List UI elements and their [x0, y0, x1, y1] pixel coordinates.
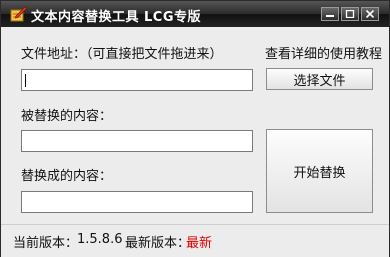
current-version-label: 当前版本：	[13, 236, 79, 251]
minimize-icon	[326, 15, 334, 17]
replace-to-label: 替换成的内容：	[21, 169, 113, 184]
text-caret	[25, 74, 26, 87]
file-path-label: 文件地址：（可直接把文件拖进来）	[21, 47, 223, 62]
maximize-icon	[345, 10, 355, 18]
latest-version-value: 最新	[186, 236, 213, 251]
status-bar: 当前版本： 1.5.8.6 最新版本： 最新	[1, 224, 389, 257]
select-file-button[interactable]: 选择文件	[266, 68, 373, 90]
help-tutorial-link[interactable]: 查看详细的使用教程	[265, 43, 382, 62]
file-path-input[interactable]	[21, 69, 253, 91]
pencil-notebook-icon	[10, 6, 27, 22]
minimize-button[interactable]	[321, 7, 339, 21]
replace-from-input[interactable]	[21, 130, 253, 152]
title-bar[interactable]: 文本内容替换工具 LCG专版	[1, 1, 389, 27]
maximize-button[interactable]	[341, 7, 359, 21]
window-title: 文本内容替换工具 LCG专版	[31, 10, 202, 25]
app-window: 文本内容替换工具 LCG专版 文件地址：（可直接把文件拖进来） 查看详细的使用教…	[0, 0, 390, 257]
latest-version-label: 最新版本：	[125, 236, 191, 251]
close-button[interactable]	[361, 7, 379, 21]
current-version-value: 1.5.8.6	[77, 232, 123, 247]
replace-to-input[interactable]	[21, 191, 253, 213]
replace-from-label: 被替换的内容：	[21, 109, 113, 124]
start-replace-button[interactable]: 开始替换	[266, 129, 373, 213]
close-icon	[365, 10, 375, 18]
